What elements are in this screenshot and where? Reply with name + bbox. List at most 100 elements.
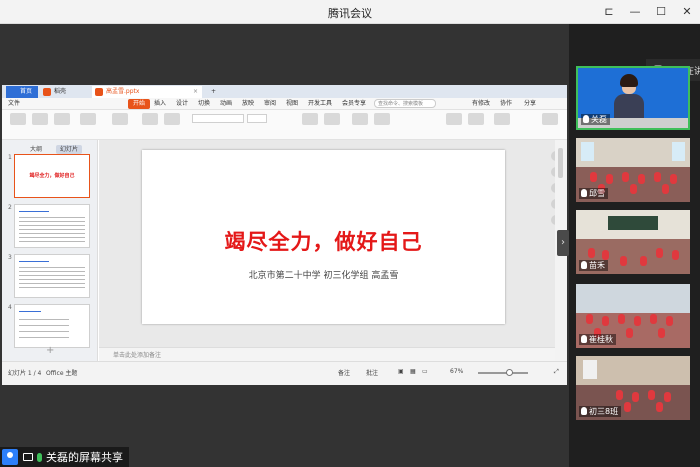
comments-toggle-button[interactable]: 批注 — [366, 368, 378, 377]
format-painter-icon[interactable] — [54, 113, 70, 125]
outline-tab[interactable]: 大纲 — [30, 146, 42, 153]
wps-menu-bar: 文件 开始 插入 设计 切换 动画 放映 审阅 视图 开发工具 会员专享 查找命… — [2, 98, 567, 110]
slide-thumbnail-3[interactable] — [14, 254, 90, 298]
collaborate-button[interactable]: 协作 — [500, 99, 512, 109]
menu-review[interactable]: 审阅 — [264, 99, 276, 109]
has-changes-label[interactable]: 有修改 — [472, 99, 490, 109]
command-search-input[interactable]: 查找命令、搜索模板 — [374, 99, 436, 108]
participant-tile[interactable]: 崔桂秋 — [576, 284, 690, 348]
numbering-icon[interactable] — [324, 113, 340, 125]
bullets-icon[interactable] — [302, 113, 318, 125]
menu-home[interactable]: 开始 — [128, 99, 151, 109]
slide-number: 1 — [8, 154, 12, 161]
mic-icon — [583, 115, 589, 123]
mic-icon — [581, 407, 587, 415]
docer-icon — [43, 88, 51, 96]
participant-tile[interactable]: 初三8班 — [576, 356, 690, 420]
menu-dev-tools[interactable]: 开发工具 — [308, 99, 332, 109]
slides-tab[interactable]: 幻灯片 — [55, 145, 82, 154]
slide-subtitle: 北京市第二十中学 初三化学组 高孟雪 — [248, 271, 399, 281]
window-title: 腾讯会议 — [328, 7, 372, 20]
menu-view[interactable]: 视图 — [286, 99, 298, 109]
textbox-icon[interactable] — [446, 113, 462, 125]
mic-icon — [581, 335, 587, 343]
text-direction-icon[interactable] — [374, 113, 390, 125]
mic-icon — [581, 189, 587, 197]
slide-number: 2 — [8, 204, 12, 211]
presenter-tools-icon[interactable] — [542, 113, 558, 125]
tab-docer[interactable]: 稻壳 — [40, 86, 90, 98]
pptx-file-icon — [95, 88, 103, 96]
menu-animation[interactable]: 动画 — [220, 99, 232, 109]
cut-icon[interactable] — [32, 113, 48, 125]
shapes-icon[interactable] — [468, 113, 484, 125]
participant-tile-speaker[interactable]: 关磊 — [576, 66, 690, 130]
participant-name-tag: 崔桂秋 — [579, 334, 616, 345]
slide-count: 幻灯片 1 / 4 — [8, 370, 42, 377]
maximize-icon[interactable]: ☐ — [654, 3, 668, 19]
slide-number: 4 — [8, 304, 12, 311]
menu-slideshow[interactable]: 放映 — [242, 99, 254, 109]
mic-icon — [37, 452, 42, 462]
notes-placeholder: 单击此处添加备注 — [113, 352, 162, 359]
participant-name-tag: 关磊 — [581, 114, 610, 125]
tab-document[interactable]: 高孟雪.pptx × — [92, 86, 202, 98]
tab-home[interactable]: 首页 — [6, 86, 38, 98]
reset-icon[interactable] — [164, 113, 180, 125]
normal-view-icon[interactable]: ▣ — [398, 368, 404, 375]
screen-share-label: 关磊的屏幕共享 — [0, 447, 129, 467]
slide-thumbnail-1[interactable]: 竭尽全力，做好自己 — [14, 154, 90, 198]
layout-icon[interactable] — [142, 113, 158, 125]
minimize-icon[interactable]: — — [628, 3, 642, 19]
zoom-level[interactable]: 67% — [450, 368, 463, 375]
add-slide-icon[interactable]: + — [46, 345, 54, 356]
menu-design[interactable]: 设计 — [176, 99, 188, 109]
participant-tile[interactable]: 邱雪 — [576, 138, 690, 202]
thumbnail-title: 竭尽全力，做好自己 — [29, 173, 75, 179]
status-bar: 幻灯片 1 / 4 Office 主题 备注 批注 ▣ ▦ ▭ 67% ⤢ — [2, 361, 567, 385]
notes-toggle-button[interactable]: 备注 — [338, 368, 350, 377]
close-icon[interactable]: ✕ — [680, 3, 694, 19]
play-icon[interactable] — [80, 113, 96, 125]
slide-thumbnail-2[interactable] — [14, 204, 90, 248]
paste-icon[interactable] — [10, 113, 26, 125]
current-slide[interactable]: 竭尽全力，做好自己 北京市第二十中学 初三化学组 高孟雪 — [142, 150, 505, 324]
user-avatar-icon — [2, 449, 18, 465]
menu-file[interactable]: 文件 — [8, 99, 20, 109]
arrange-icon[interactable] — [494, 113, 510, 125]
slide-number: 3 — [8, 254, 12, 261]
sorter-view-icon[interactable]: ▦ — [410, 368, 416, 375]
fit-window-icon[interactable]: ⤢ — [554, 368, 559, 376]
pin-icon[interactable]: ⊏ — [602, 3, 616, 19]
align-left-icon[interactable] — [352, 113, 368, 125]
mic-icon — [581, 261, 587, 269]
share-button[interactable]: 分享 — [524, 99, 536, 109]
title-bar: 腾讯会议 ⊏ — ☐ ✕ — [0, 0, 700, 24]
wps-window: 首页 稻壳 高孟雪.pptx × + 文件 开始 插入 设计 切换 动画 放映 … — [2, 85, 567, 385]
participant-name-tag: 苗禾 — [579, 260, 608, 271]
reading-view-icon[interactable]: ▭ — [422, 368, 428, 375]
menu-insert[interactable]: 插入 — [154, 99, 166, 109]
new-tab-icon[interactable]: + — [208, 86, 222, 98]
zoom-slider-handle[interactable] — [506, 369, 513, 376]
font-size-field[interactable] — [247, 114, 267, 123]
new-slide-icon[interactable] — [112, 113, 128, 125]
ribbon-toolbar — [2, 110, 567, 140]
share-label-text: 关磊的屏幕共享 — [46, 451, 123, 464]
menu-vip[interactable]: 会员专享 — [342, 99, 366, 109]
slide-thumbnail-panel: 大纲 幻灯片 1 竭尽全力，做好自己 2 3 4 + — [2, 140, 98, 361]
notes-pane[interactable]: 单击此处添加备注 — [99, 347, 555, 361]
wps-tab-bar: 首页 稻壳 高孟雪.pptx × + — [2, 85, 567, 98]
menu-transition[interactable]: 切换 — [198, 99, 210, 109]
collapse-panel-icon[interactable]: › — [557, 230, 569, 256]
slide-thumbnail-4[interactable] — [14, 304, 90, 348]
slide-editor-canvas: 竭尽全力，做好自己 北京市第二十中学 初三化学组 高孟雪 单击此处添加备注 — [99, 140, 555, 361]
close-tab-icon[interactable]: × — [193, 86, 198, 98]
participant-tile[interactable]: 苗禾 — [576, 210, 690, 274]
theme-name: Office 主题 — [46, 370, 78, 377]
font-name-field[interactable] — [192, 114, 244, 123]
screen-share-icon — [23, 453, 33, 461]
zoom-slider[interactable] — [478, 372, 528, 374]
participant-name-tag: 邱雪 — [579, 188, 608, 199]
slide-title: 竭尽全力，做好自己 — [224, 230, 423, 254]
